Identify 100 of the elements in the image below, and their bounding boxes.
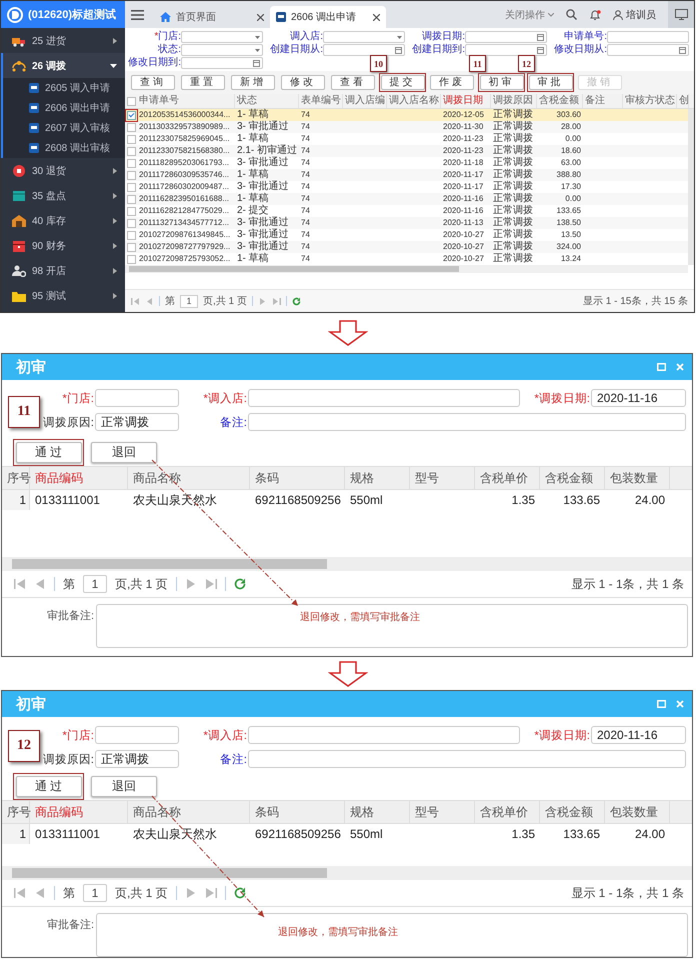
input-field[interactable]: [248, 389, 520, 407]
search-icon[interactable]: [566, 9, 577, 20]
toolbar-button[interactable]: 新增: [231, 75, 275, 90]
column-header[interactable]: 规格: [345, 801, 410, 823]
refresh-icon[interactable]: [234, 578, 246, 590]
refresh-icon[interactable]: [292, 296, 301, 306]
checkbox[interactable]: [126, 194, 136, 204]
horizontal-scrollbar[interactable]: [2, 557, 692, 571]
maximize-icon[interactable]: [657, 363, 666, 371]
column-header[interactable]: 备注: [583, 94, 623, 108]
monitor-icon[interactable]: [674, 9, 688, 20]
input-field[interactable]: 2020-11-16: [591, 726, 686, 744]
checkbox[interactable]: [126, 230, 136, 240]
checkbox[interactable]: [126, 146, 136, 156]
column-header[interactable]: 条码: [250, 801, 345, 823]
checkbox[interactable]: [126, 206, 136, 216]
page-number-field[interactable]: 1: [83, 884, 107, 902]
toolbar-button[interactable]: 查看: [331, 75, 375, 90]
dropdown-field[interactable]: [181, 31, 263, 43]
column-header[interactable]: 商品名称: [128, 467, 250, 489]
checkbox[interactable]: [126, 254, 136, 264]
toolbar-button[interactable]: 重置: [181, 75, 225, 90]
column-header[interactable]: 含税单价: [475, 801, 540, 823]
action-button[interactable]: 退回: [91, 776, 157, 797]
bell-icon[interactable]: [589, 8, 601, 20]
date-field[interactable]: [181, 57, 263, 69]
column-header[interactable]: 状态: [235, 94, 299, 108]
refresh-icon[interactable]: [234, 887, 246, 899]
input-field[interactable]: [248, 413, 686, 431]
maximize-icon[interactable]: [657, 700, 666, 708]
date-field[interactable]: [323, 44, 405, 56]
column-header[interactable]: 规格: [345, 467, 410, 489]
column-header[interactable]: 商品编码: [30, 467, 128, 489]
column-header[interactable]: 包装数量: [605, 801, 670, 823]
close-menu[interactable]: 关闭操作: [505, 8, 545, 22]
input-field[interactable]: 2020-11-16: [591, 389, 686, 407]
column-header[interactable]: 创: [677, 94, 689, 108]
column-header[interactable]: 调入店编: [343, 94, 387, 108]
input-field[interactable]: 正常调拨: [95, 750, 179, 768]
toolbar-button[interactable]: 查询: [131, 75, 175, 90]
submenu-item[interactable]: 2606 调出申请: [3, 98, 125, 118]
checkbox[interactable]: [126, 218, 136, 228]
sidebar-item[interactable]: 30 退货: [1, 158, 125, 183]
column-header[interactable]: 申请单号: [137, 94, 235, 108]
checkbox[interactable]: [126, 110, 136, 120]
tab[interactable]: 2606 调出申请: [270, 6, 386, 28]
checkbox[interactable]: [126, 96, 136, 106]
toolbar-button[interactable]: 审批: [528, 74, 572, 90]
page-number-field[interactable]: 1: [180, 294, 198, 308]
input-field[interactable]: 正常调拨: [95, 413, 179, 431]
toolbar-button[interactable]: 初审: [480, 74, 524, 90]
column-header[interactable]: 调拨日期: [441, 94, 491, 108]
toolbar-button[interactable]: 修改: [281, 75, 325, 90]
column-header[interactable]: 审核方状态: [623, 94, 677, 108]
input-field[interactable]: [95, 726, 179, 744]
action-button[interactable]: 通 过: [16, 442, 82, 462]
checkbox[interactable]: [126, 182, 136, 192]
sidebar-item[interactable]: 40 库存: [1, 208, 125, 233]
sidebar-item[interactable]: 26 调拨: [1, 53, 125, 78]
column-header[interactable]: 含税金额: [540, 801, 605, 823]
column-header[interactable]: 商品名称: [128, 801, 250, 823]
sidebar-item[interactable]: 98 开店: [1, 258, 125, 283]
column-header[interactable]: 含税单价: [475, 467, 540, 489]
horizontal-scrollbar[interactable]: [125, 265, 688, 273]
action-button[interactable]: 退回: [91, 442, 157, 463]
close-icon[interactable]: [373, 14, 380, 20]
sidebar-item[interactable]: 35 盘点: [1, 183, 125, 208]
input-field[interactable]: [95, 389, 179, 407]
checkbox[interactable]: [126, 122, 136, 132]
checkbox[interactable]: [126, 134, 136, 144]
submenu-item[interactable]: 2605 调入申请: [3, 78, 125, 98]
date-field[interactable]: [607, 44, 689, 56]
submenu-item[interactable]: 2608 调出审核: [3, 138, 125, 158]
column-header[interactable]: 包装数量: [605, 467, 670, 489]
remark-field[interactable]: [96, 913, 688, 957]
toolbar-button[interactable]: 作废: [430, 75, 474, 90]
input-field[interactable]: [248, 726, 520, 744]
close-icon[interactable]: [257, 14, 264, 20]
page-number-field[interactable]: 1: [83, 575, 107, 593]
dropdown-field[interactable]: [181, 44, 263, 56]
sidebar-item[interactable]: 95 测试: [1, 283, 125, 308]
dropdown-field[interactable]: [323, 31, 405, 43]
submenu-item[interactable]: 2607 调入审核: [3, 118, 125, 138]
input-field[interactable]: [248, 750, 686, 768]
column-header[interactable]: 表单编号: [299, 94, 343, 108]
action-button[interactable]: 通 过: [16, 776, 82, 796]
date-field[interactable]: [465, 31, 547, 43]
sidebar-item[interactable]: 90 财务: [1, 233, 125, 258]
column-header[interactable]: 商品编码: [30, 801, 128, 823]
date-field[interactable]: [465, 44, 547, 56]
column-header[interactable]: 调拨原因: [491, 94, 537, 108]
menu-icon[interactable]: [131, 10, 144, 20]
column-header[interactable]: 条码: [250, 467, 345, 489]
toolbar-button[interactable]: 提交: [380, 74, 424, 90]
column-header[interactable]: 调入店名称: [387, 94, 441, 108]
vertical-scrollbar[interactable]: [688, 109, 694, 265]
sidebar-item[interactable]: 25 进货: [1, 28, 125, 53]
remark-field[interactable]: [96, 604, 688, 648]
checkbox[interactable]: [126, 170, 136, 180]
checkbox[interactable]: [126, 242, 136, 252]
